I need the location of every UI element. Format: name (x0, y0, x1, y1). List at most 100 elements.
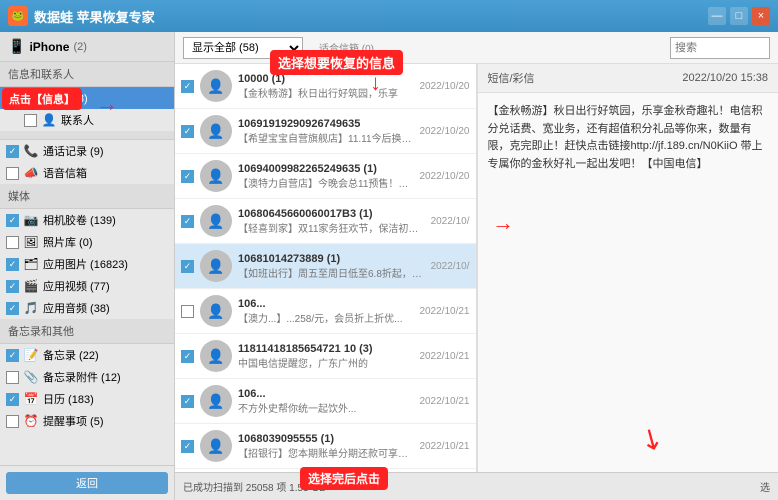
msg-sender: 106... (238, 298, 413, 310)
list-item[interactable]: 👤 10691919290926749635 【希望宝宝自营旗舰店】11.11今… (175, 109, 476, 154)
section-calls (0, 131, 174, 140)
list-item[interactable]: 👤 10680645660060017B3 (1) 【轻喜到家】双11家务狂欢节… (175, 199, 476, 244)
window-controls[interactable]: — □ × (708, 7, 770, 25)
contacts-icon: 👤 (41, 112, 57, 128)
maximize-button[interactable]: □ (730, 7, 748, 25)
sidebar-item-backup-notes[interactable]: 📎 备忘录附件 (12) (0, 366, 174, 388)
avatar: 👤 (200, 70, 232, 102)
avatar: 👤 (200, 250, 232, 282)
msg-checkbox[interactable] (181, 350, 194, 363)
sidebar-item-app-videos[interactable]: 🎬 应用视频 (77) (0, 275, 174, 297)
msg-sender: 11811418185654721 10 (3) (238, 343, 413, 355)
camera-label: 相机胶卷 (139) (43, 212, 168, 228)
app-videos-label: 应用视频 (77) (43, 278, 168, 294)
calls-icon: 📞 (23, 143, 39, 159)
sidebar-item-calls[interactable]: 📞 通话记录 (9) (0, 140, 174, 162)
msg-sender: 10694009982265249635 (1) (238, 163, 413, 175)
msg-sender: 1068039095555 (1) (238, 433, 413, 445)
calls-label: 通话记录 (9) (43, 143, 168, 159)
msg-checkbox[interactable] (181, 125, 194, 138)
sidebar-item-app-audio[interactable]: 🎵 应用音频 (38) (0, 297, 174, 319)
sidebar-item-calendar[interactable]: 📅 日历 (183) (0, 388, 174, 410)
app-title: 数据蛙 苹果恢复专家 (34, 7, 155, 26)
msg-date: 2022/10/21 (419, 306, 469, 317)
device-header[interactable]: 📱 iPhone (2) (0, 32, 174, 62)
section-notes: 备忘录和其他 (0, 319, 174, 344)
msg-preview: 【澳特力自营店】今晚会总11预售！预付立返... (238, 175, 413, 190)
app-icon: 🐸 (8, 6, 28, 26)
msg-content: 10681014273889 (1) 【如班出行】周五至周日低至6.8折起，旅末… (238, 253, 425, 280)
contacts-checkbox[interactable] (24, 114, 37, 127)
arrow-detail-icon: → (492, 210, 514, 236)
msg-checkbox[interactable] (181, 395, 194, 408)
avatar: 👤 (200, 205, 232, 237)
msg-checkbox[interactable] (181, 305, 194, 318)
minimize-button[interactable]: — (708, 7, 726, 25)
msg-preview: 不方外史帮你统一起饮外... (238, 400, 413, 415)
msg-sender: 10681014273889 (1) (238, 253, 425, 265)
msg-sender: 106... (238, 388, 413, 400)
app-audio-checkbox[interactable] (6, 302, 19, 315)
notes-checkbox[interactable] (6, 349, 19, 362)
arrow-down-icon: ↓ (370, 70, 381, 96)
list-item[interactable]: 👤 1068039095555 (1) 【招银行】您本期账单分期还款可享期时7折… (175, 424, 476, 469)
section-media: 媒体 (0, 184, 174, 209)
app-audio-icon: 🎵 (23, 300, 39, 316)
msg-checkbox[interactable] (181, 440, 194, 453)
msg-date: 2022/10/21 (419, 351, 469, 362)
msg-checkbox[interactable] (181, 260, 194, 273)
msg-date: 2022/10/20 (419, 126, 469, 137)
app-audio-label: 应用音频 (38) (43, 300, 168, 316)
camera-checkbox[interactable] (6, 214, 19, 227)
sidebar-item-app-photos[interactable]: 🗂 应用图片 (16823) (0, 253, 174, 275)
sidebar-item-photos[interactable]: 🖼 照片库 (0) (0, 231, 174, 253)
device-count: (2) (73, 41, 86, 53)
voicemail-icon: 📣 (23, 165, 39, 181)
list-item[interactable]: 👤 10694009982265249635 (1) 【澳特力自营店】今晚会总1… (175, 154, 476, 199)
photos-checkbox[interactable] (6, 236, 19, 249)
back-button[interactable]: 返回 (6, 472, 168, 494)
avatar: 👤 (200, 115, 232, 147)
msg-checkbox[interactable] (181, 170, 194, 183)
list-item[interactable]: 👤 106... 【澳力...】...258/元，会员折上折优... 2022/… (175, 289, 476, 334)
title-bar: 🐸 数据蛙 苹果恢复专家 — □ × (0, 0, 778, 32)
calls-checkbox[interactable] (6, 145, 19, 158)
list-item[interactable]: 👤 11811418185654721 10 (3) 中国电信提醒您，广东广州的… (175, 334, 476, 379)
msg-preview: 【澳力...】...258/元，会员折上折优... (238, 310, 413, 325)
voicemail-checkbox[interactable] (6, 167, 19, 180)
reminders-label: 提醒事项 (5) (43, 413, 168, 429)
message-list: 👤 10000 (1) 【金秋畅游】秋日出行好筑园，乐享 2022/10/20 … (175, 64, 477, 472)
msg-checkbox[interactable] (181, 80, 194, 93)
voicemail-label: 语音信箱 (43, 165, 168, 181)
msg-preview: 【轻喜到家】双11家务狂欢节，保洁初体位立减200元... (238, 220, 425, 235)
detail-time: 2022/10/20 15:38 (682, 72, 768, 84)
reminders-checkbox[interactable] (6, 415, 19, 428)
list-item[interactable]: 👤 10681014273889 (1) 【如班出行】周五至周日低至6.8折起，… (175, 244, 476, 289)
list-item[interactable]: 👤 106... 不方外史帮你统一起饮外... 2022/10/21 (175, 379, 476, 424)
app-photos-label: 应用图片 (16823) (43, 256, 168, 272)
sidebar-item-camera[interactable]: 📷 相机胶卷 (139) (0, 209, 174, 231)
photos-icon: 🖼 (23, 234, 39, 250)
backup-notes-icon: 📎 (23, 369, 39, 385)
msg-sender: 10691919290926749635 (238, 118, 413, 130)
photos-label: 照片库 (0) (43, 234, 168, 250)
app-videos-checkbox[interactable] (6, 280, 19, 293)
sidebar-item-reminders[interactable]: ⏰ 提醒事项 (5) (0, 410, 174, 432)
msg-content: 1068039095555 (1) 【招银行】您本期账单分期还款可享期时7折优惠… (238, 433, 413, 460)
search-input[interactable] (670, 37, 770, 59)
app-photos-checkbox[interactable] (6, 258, 19, 271)
sidebar-item-notes[interactable]: 📝 备忘录 (22) (0, 344, 174, 366)
msg-date: 2022/10/20 (419, 81, 469, 92)
msg-content: 10691919290926749635 【希望宝宝自营旗舰店】11.11今后换… (238, 118, 413, 145)
backup-notes-checkbox[interactable] (6, 371, 19, 384)
msg-checkbox[interactable] (181, 215, 194, 228)
close-button[interactable]: × (752, 7, 770, 25)
msg-date: 2022/10/20 (419, 171, 469, 182)
sidebar-item-voicemail[interactable]: 📣 语音信箱 (0, 162, 174, 184)
sidebar-item-contacts[interactable]: 👤 联系人 (0, 109, 174, 131)
msg-preview: 【金秋畅游】秋日出行好筑园，乐享 (238, 85, 413, 100)
calendar-checkbox[interactable] (6, 393, 19, 406)
avatar: 👤 (200, 295, 232, 327)
detail-message: 【金秋畅游】秋日出行好筑园，乐享金秋奇趣礼！电信积分兑话费、宽业务，还有超值积分… (478, 93, 778, 472)
content-wrapper: 👤 10000 (1) 【金秋畅游】秋日出行好筑园，乐享 2022/10/20 … (175, 64, 778, 472)
